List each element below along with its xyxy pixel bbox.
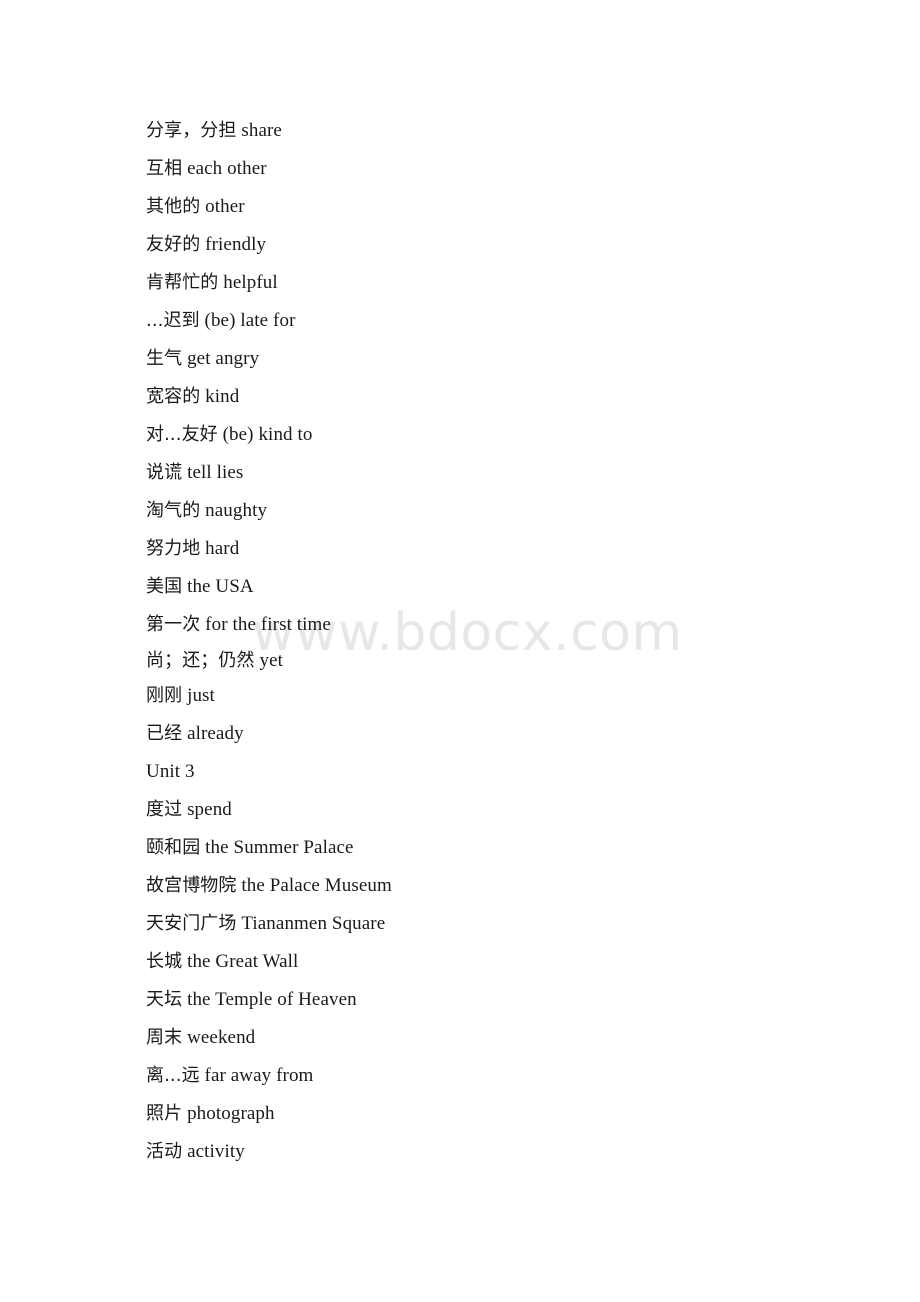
chinese-term: 活动 — [146, 1141, 183, 1162]
english-term: (be) kind to — [222, 424, 313, 445]
vocabulary-entry: 友好的 friendly — [146, 226, 846, 264]
vocabulary-entry: 肯帮忙的 helpful — [146, 264, 846, 302]
unit-heading: Unit 3 — [146, 753, 846, 791]
vocabulary-entry: 天坛 the Temple of Heaven — [146, 981, 846, 1019]
english-term: helpful — [223, 272, 278, 293]
english-term: activity — [187, 1141, 245, 1162]
vocabulary-entry: 对...友好 (be) kind to — [146, 416, 846, 454]
chinese-term: 说谎 — [146, 462, 183, 483]
chinese-term: 宽容的 — [146, 386, 201, 407]
chinese-term: 天坛 — [146, 989, 183, 1010]
vocabulary-entry: 美国 the USA — [146, 568, 846, 606]
vocabulary-entry: 度过 spend — [146, 791, 846, 829]
chinese-term: 照片 — [146, 1103, 183, 1124]
vocabulary-entry: ...迟到 (be) late for — [146, 302, 846, 340]
english-term: hard — [205, 538, 240, 559]
document-page: www.bdocx.com 分享，分担 share 互相 each other 其他… — [0, 0, 920, 1302]
english-term: photograph — [187, 1103, 275, 1124]
english-term: the Summer Palace — [205, 837, 354, 858]
english-term: Tiananmen Square — [241, 913, 386, 934]
english-term: each other — [187, 158, 267, 179]
english-term: other — [205, 196, 245, 217]
chinese-term: 周末 — [146, 1027, 183, 1048]
chinese-term: 互相 — [146, 158, 183, 179]
chinese-term: 刚刚 — [146, 685, 183, 706]
vocabulary-entry: 刚刚 just — [146, 677, 846, 715]
vocabulary-entry: 说谎 tell lies — [146, 454, 846, 492]
english-term: tell lies — [187, 462, 244, 483]
vocabulary-entry: 努力地 hard — [146, 530, 846, 568]
vocabulary-entry: 已经 already — [146, 715, 846, 753]
vocabulary-entry: 长城 the Great Wall — [146, 943, 846, 981]
english-term: yet — [259, 650, 283, 671]
english-term: spend — [187, 799, 232, 820]
vocabulary-entry: 分享，分担 share — [146, 112, 846, 150]
chinese-term: 淘气的 — [146, 500, 201, 521]
english-term: friendly — [205, 234, 267, 255]
chinese-term: 颐和园 — [146, 837, 201, 858]
chinese-term: 对...友好 — [146, 424, 218, 445]
chinese-term: ...迟到 — [146, 310, 200, 331]
vocabulary-entry: 淘气的 naughty — [146, 492, 846, 530]
chinese-term: 尚；还；仍然 — [146, 650, 255, 671]
vocabulary-entry: 照片 photograph — [146, 1095, 846, 1133]
vocabulary-entry: 第一次 for the first time — [146, 606, 846, 644]
vocabulary-entry: 离...远 far away from — [146, 1057, 846, 1095]
vocabulary-entry: 周末 weekend — [146, 1019, 846, 1057]
chinese-term: 度过 — [146, 799, 183, 820]
english-term: naughty — [205, 500, 268, 521]
english-term: share — [241, 120, 282, 141]
chinese-term: 友好的 — [146, 234, 201, 255]
english-term: the Palace Museum — [241, 875, 392, 896]
chinese-term: 故宫博物院 — [146, 875, 237, 896]
english-term: the Great Wall — [187, 951, 299, 972]
vocabulary-entry: 故宫博物院 the Palace Museum — [146, 867, 846, 905]
vocabulary-entry: 天安门广场 Tiananmen Square — [146, 905, 846, 943]
chinese-term: 生气 — [146, 348, 183, 369]
chinese-term: 其他的 — [146, 196, 201, 217]
vocabulary-entry: 生气 get angry — [146, 340, 846, 378]
english-term: already — [187, 723, 244, 744]
chinese-term: 肯帮忙的 — [146, 272, 219, 293]
english-term: kind — [205, 386, 240, 407]
vocabulary-list: 分享，分担 share 互相 each other 其他的 other 友好的 fri… — [146, 112, 846, 1171]
english-term: weekend — [187, 1027, 256, 1048]
chinese-term: 努力地 — [146, 538, 201, 559]
chinese-term: 美国 — [146, 576, 183, 597]
chinese-term: 离...远 — [146, 1065, 200, 1086]
english-term: just — [187, 685, 215, 706]
vocabulary-entry: 尚；还；仍然 yet — [146, 644, 846, 677]
chinese-term: 分享，分担 — [146, 120, 237, 141]
english-term: far away from — [204, 1065, 314, 1086]
english-term: for the first time — [205, 614, 331, 635]
vocabulary-entry: 互相 each other — [146, 150, 846, 188]
chinese-term: 长城 — [146, 951, 183, 972]
vocabulary-entry: 宽容的 kind — [146, 378, 846, 416]
vocabulary-entry: 颐和园 the Summer Palace — [146, 829, 846, 867]
unit-heading-label: Unit 3 — [146, 761, 195, 782]
english-term: the Temple of Heaven — [187, 989, 357, 1010]
english-term: the USA — [187, 576, 254, 597]
chinese-term: 第一次 — [146, 614, 201, 635]
vocabulary-entry: 其他的 other — [146, 188, 846, 226]
chinese-term: 天安门广场 — [146, 913, 237, 934]
english-term: (be) late for — [204, 310, 296, 331]
chinese-term: 已经 — [146, 723, 183, 744]
english-term: get angry — [187, 348, 260, 369]
vocabulary-entry: 活动 activity — [146, 1133, 846, 1171]
